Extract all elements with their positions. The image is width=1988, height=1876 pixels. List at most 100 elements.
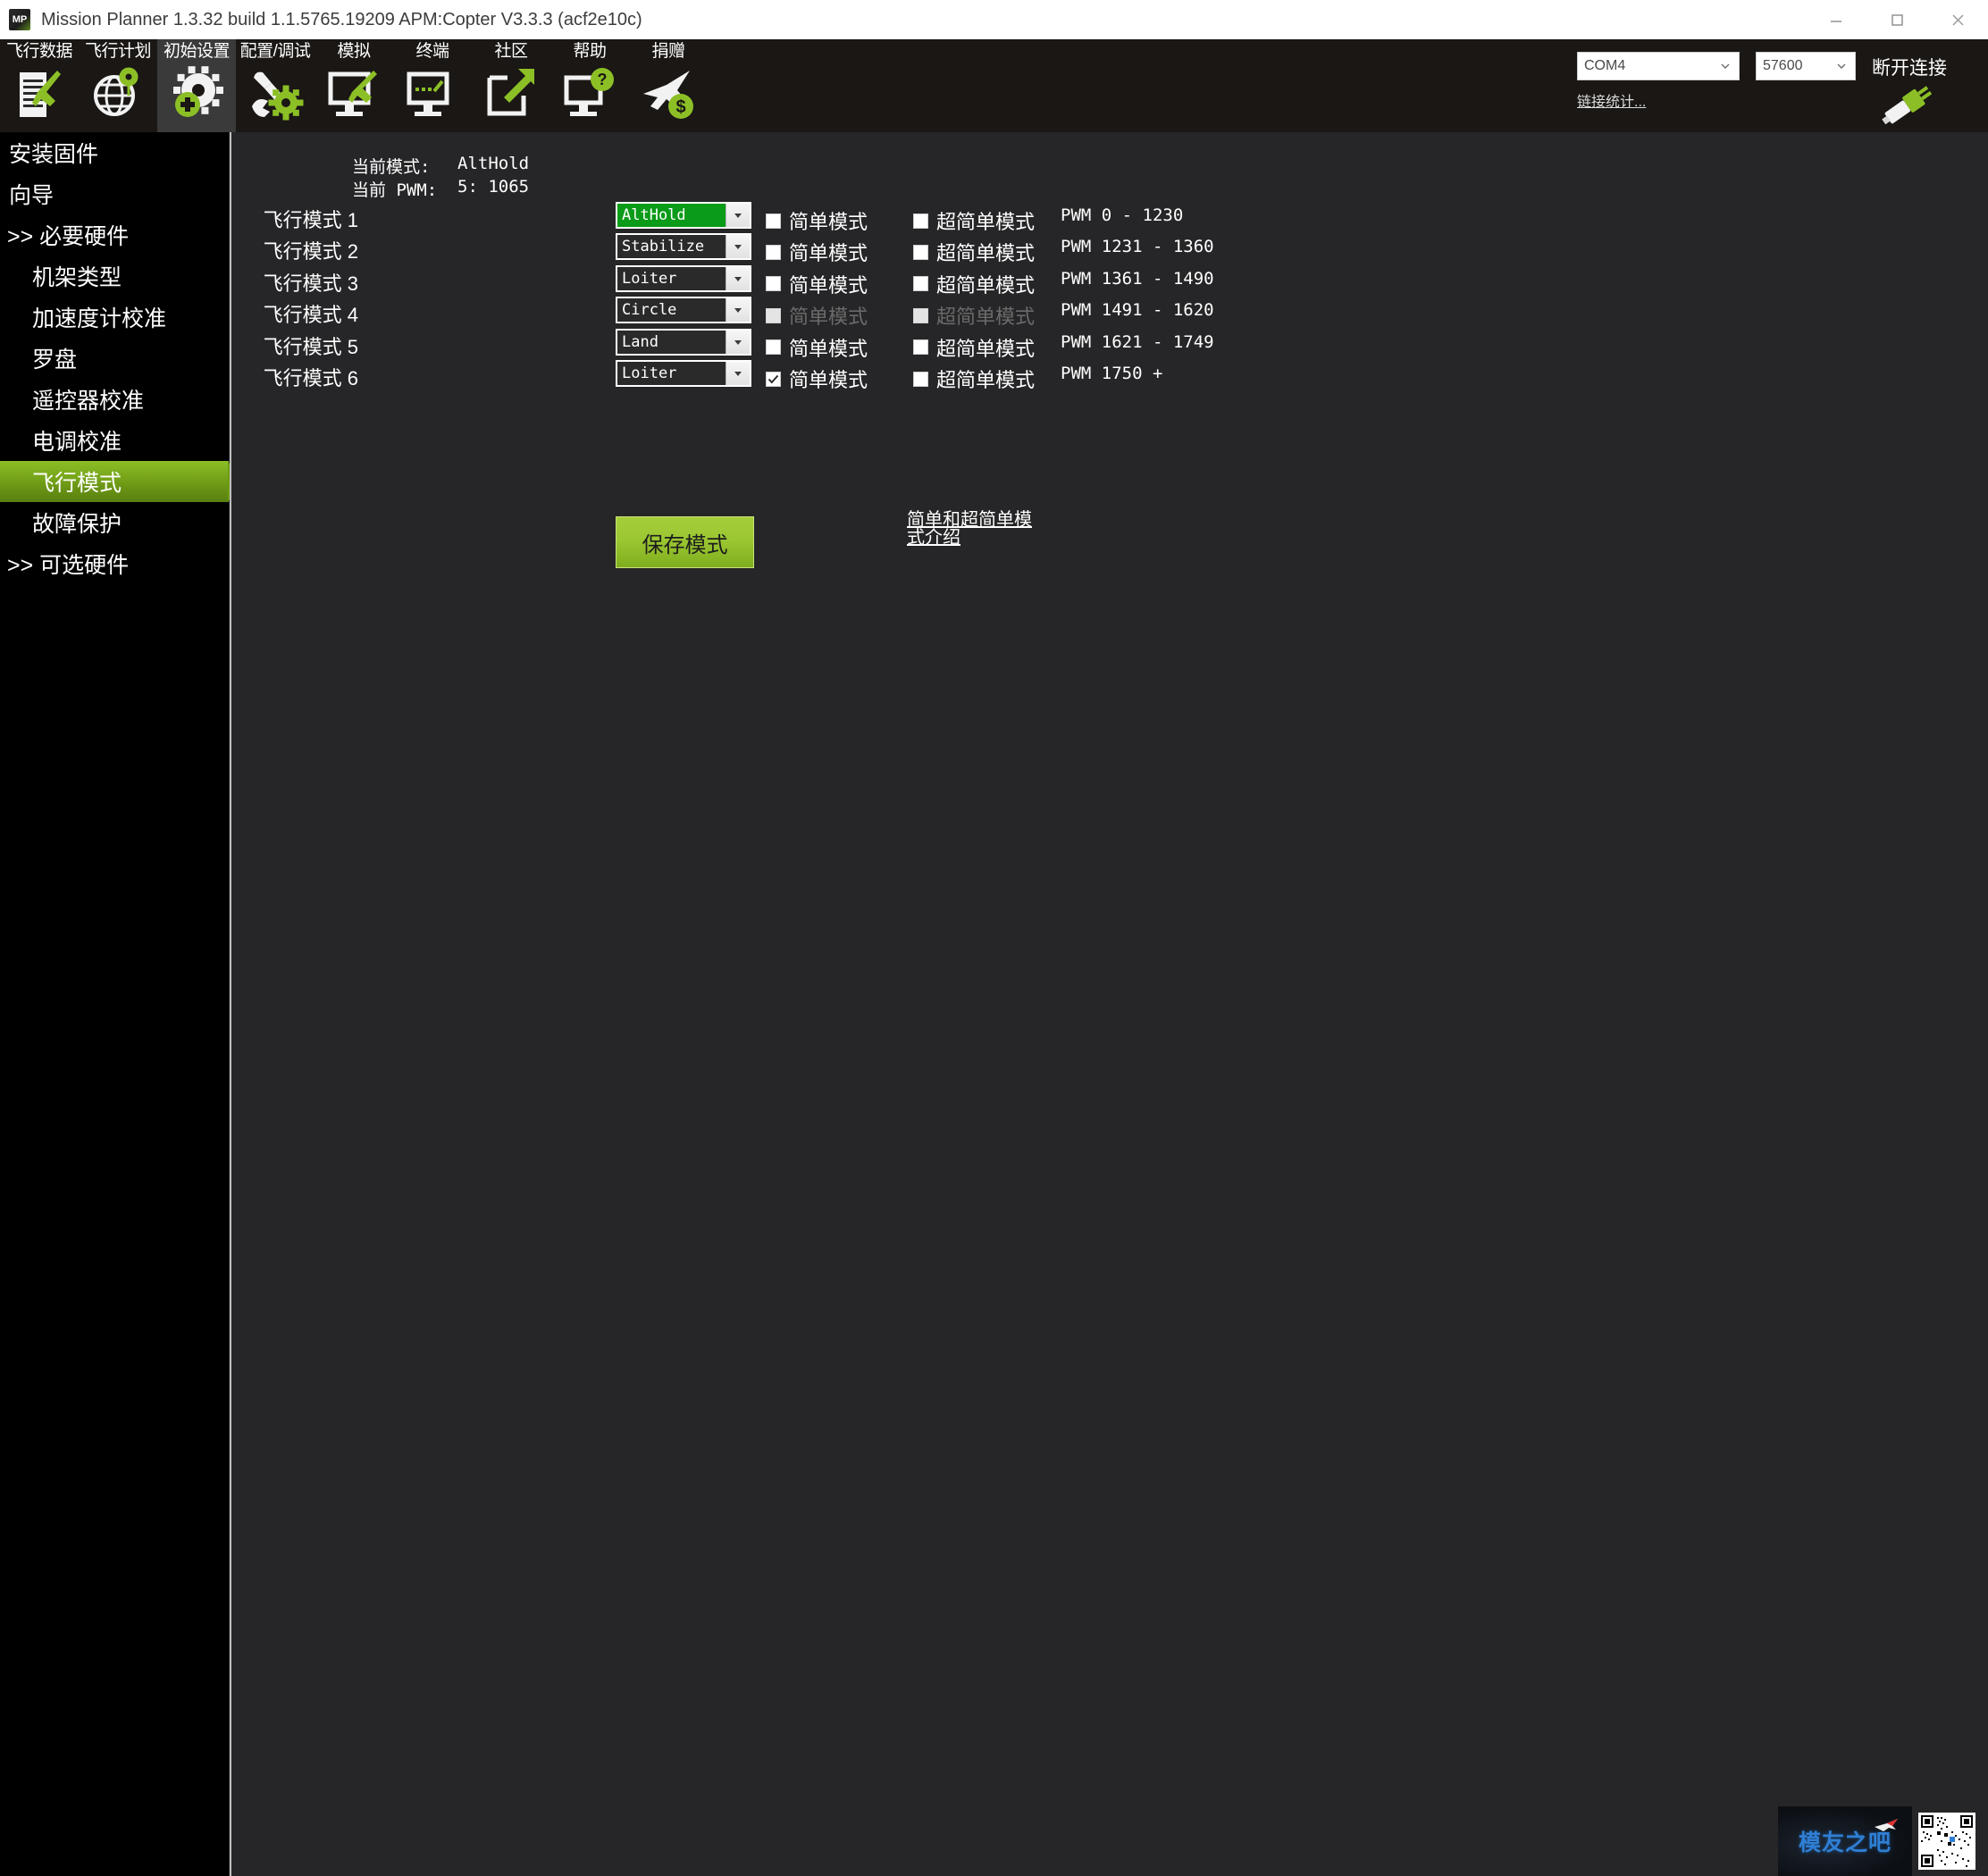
super-simple-mode-checkbox-3[interactable]: 超简单模式 [913, 270, 1035, 298]
community-share-icon [482, 65, 540, 124]
super-simple-mode-label: 超简单模式 [936, 273, 1036, 297]
super-simple-mode-checkbox-5[interactable]: 超简单模式 [913, 333, 1035, 362]
pwm-range-4: PWM 1491 - 1620 [1061, 300, 1214, 321]
flight-mode-select-value: Stabilize [617, 235, 726, 259]
sidebar-item-10[interactable]: >> 可选硬件 [0, 543, 229, 584]
toolbar-tab-5[interactable]: 终端 [393, 39, 472, 132]
chevron-down-icon[interactable] [726, 330, 750, 354]
plug-connected-icon[interactable] [1876, 82, 1939, 127]
simple-mode-label: 简单模式 [789, 369, 868, 391]
chevron-down-icon[interactable] [726, 362, 750, 385]
super-simple-mode-checkbox-6[interactable]: 超简单模式 [913, 364, 1035, 393]
super-simple-mode-label: 超简单模式 [936, 242, 1036, 265]
sidebar-item-4[interactable]: 加速度计校准 [0, 297, 229, 338]
checkbox-box [766, 276, 781, 292]
sidebar-item-7[interactable]: 电调校准 [0, 420, 229, 461]
sidebar-item-label: 安装固件 [9, 142, 99, 167]
simple-mode-checkbox-5[interactable]: 简单模式 [766, 333, 868, 362]
sidebar-item-6[interactable]: 遥控器校准 [0, 379, 229, 420]
checkbox-box [913, 244, 928, 260]
flight-mode-select-2[interactable]: Stabilize [616, 233, 751, 261]
sidebar-item-label: 加速度计校准 [32, 306, 167, 331]
flight-mode-select-1[interactable]: AltHold [616, 202, 751, 229]
chevron-down-icon[interactable] [726, 235, 750, 259]
minimize-icon[interactable] [1806, 0, 1866, 39]
toolbar-tab-0[interactable]: 飞行数据 [0, 39, 79, 132]
save-modes-button[interactable]: 保存模式 [616, 516, 754, 568]
toolbar-tab-2[interactable]: 初始设置 [157, 39, 236, 132]
flight-mode-select-3[interactable]: Loiter [616, 264, 751, 292]
checkbox-box [766, 213, 781, 229]
simple-modes-help-link[interactable]: 简单和超简单模式介绍 [907, 511, 1041, 547]
checkbox-box [913, 276, 928, 292]
disconnect-button[interactable]: 断开连接 [1872, 54, 1947, 80]
toolbar-tab-label: 飞行数据 [5, 42, 73, 61]
svg-text:?: ? [598, 71, 608, 88]
simple-mode-checkbox-6[interactable]: 简单模式 [766, 364, 868, 393]
donate-plane-icon: $ [640, 65, 697, 124]
toolbar-tab-4[interactable]: 模拟 [315, 39, 393, 132]
chevron-down-icon[interactable] [726, 266, 750, 290]
toolbar-tab-7[interactable]: 帮助? [550, 39, 629, 132]
toolbar-tab-label: 捐赠 [651, 42, 685, 61]
sidebar-item-1[interactable]: 向导 [0, 173, 229, 214]
simulation-monitor-icon [325, 65, 382, 124]
sidebar-item-8[interactable]: 飞行模式 [0, 461, 241, 502]
close-icon[interactable] [1927, 0, 1988, 39]
simple-mode-checkbox-2[interactable]: 简单模式 [766, 238, 868, 266]
com-port-select[interactable]: COM4 [1577, 52, 1740, 80]
maximize-icon[interactable] [1866, 0, 1927, 39]
current-mode-value: AltHold [457, 154, 530, 173]
flight-mode-select-6[interactable]: Loiter [616, 360, 751, 387]
sidebar-item-label: >> 可选硬件 [7, 553, 130, 578]
forum-watermark: 模友之吧 [1778, 1806, 1988, 1876]
baud-rate-select[interactable]: 57600 [1756, 52, 1856, 80]
title-bar: Mission Planner 1.3.32 build 1.1.5765.19… [0, 0, 1988, 40]
sidebar-item-label: 向导 [9, 183, 55, 208]
help-monitor-icon: ? [561, 65, 618, 124]
simple-mode-label: 简单模式 [789, 337, 868, 360]
simple-mode-checkbox-3[interactable]: 简单模式 [766, 270, 868, 298]
svg-text:$: $ [675, 97, 685, 117]
sidebar-item-3[interactable]: 机架类型 [0, 255, 229, 297]
simple-mode-checkbox-1[interactable]: 简单模式 [766, 206, 868, 235]
sidebar-item-5[interactable]: 罗盘 [0, 338, 229, 379]
flight-mode-select-value: Loiter [617, 362, 726, 385]
flight-mode-select-value: AltHold [617, 204, 726, 227]
terminal-monitor-icon [404, 65, 461, 124]
simple-mode-label: 简单模式 [789, 242, 868, 265]
flight-mode-label-1: 飞行模式 1 [263, 209, 358, 231]
super-simple-mode-checkbox-2[interactable]: 超简单模式 [913, 238, 1035, 266]
baud-rate-value: 57600 [1763, 58, 1803, 73]
chevron-down-icon[interactable] [726, 204, 750, 227]
flight-mode-select-4[interactable]: Circle [616, 297, 751, 324]
pwm-range-3: PWM 1361 - 1490 [1061, 268, 1214, 289]
super-simple-mode-checkbox-1[interactable]: 超简单模式 [913, 206, 1035, 235]
toolbar-tabs: 飞行数据 飞行计划 初始设置 配置/调试 模拟 终端 社区 帮助? 捐赠 $ [0, 39, 708, 132]
sidebar-item-label: >> 必要硬件 [7, 224, 130, 249]
flight-mode-label-6: 飞行模式 6 [263, 367, 358, 389]
checkbox-box [766, 244, 781, 260]
toolbar-tab-6[interactable]: 社区 [472, 39, 550, 132]
flight-mode-label-2: 飞行模式 2 [263, 240, 358, 264]
simple-mode-label: 简单模式 [789, 306, 868, 329]
current-pwm-value: 5: 1065 [457, 177, 530, 197]
toolbar-tab-1[interactable]: 飞行计划 [79, 39, 157, 132]
window-controls [1806, 0, 1988, 39]
toolbar-tab-3[interactable]: 配置/调试 [236, 39, 315, 132]
sidebar-item-label: 故障保护 [32, 512, 122, 537]
sidebar-item-2[interactable]: >> 必要硬件 [0, 214, 229, 255]
link-stats-link[interactable]: 链接统计... [1577, 89, 1646, 111]
flight-mode-select-value: Loiter [617, 266, 726, 290]
simple-mode-checkbox-4: 简单模式 [766, 301, 868, 330]
sidebar-item-9[interactable]: 故障保护 [0, 502, 229, 543]
chevron-down-icon[interactable] [726, 298, 750, 322]
checkbox-box [766, 371, 781, 387]
super-simple-mode-label: 超简单模式 [936, 211, 1036, 233]
sidebar-item-label: 罗盘 [32, 348, 78, 373]
toolbar-tab-8[interactable]: 捐赠 $ [629, 39, 708, 132]
toolbar-tab-label: 配置/调试 [239, 42, 311, 61]
flight-mode-select-5[interactable]: Land [616, 328, 751, 356]
sidebar-item-label: 机架类型 [32, 265, 122, 290]
sidebar-item-0[interactable]: 安装固件 [0, 132, 229, 173]
